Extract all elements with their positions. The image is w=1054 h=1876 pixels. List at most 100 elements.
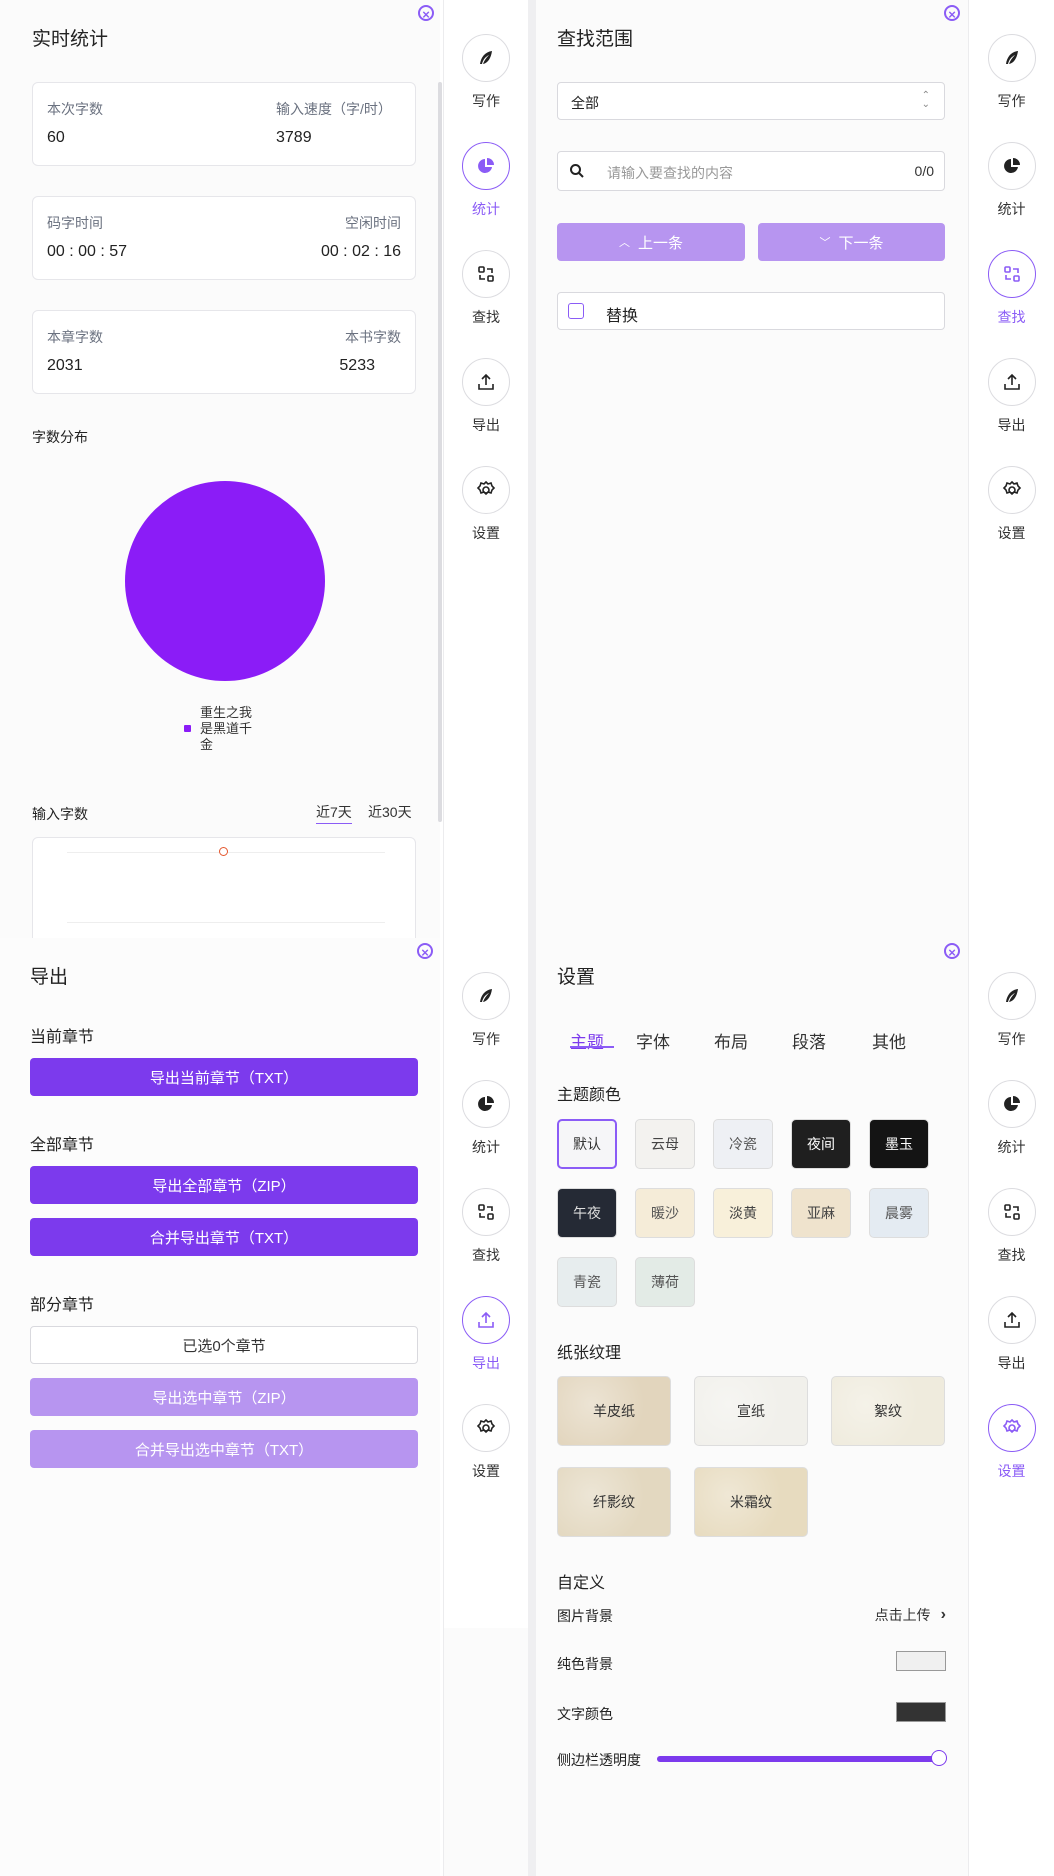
sidebar: 写作统计查找导出设置 [443, 0, 528, 938]
nav-settings[interactable]: 设置 [969, 466, 1054, 543]
idle-time-label: 空闲时间 [345, 215, 401, 231]
nav-find[interactable]: 查找 [444, 250, 528, 327]
texture-swatch[interactable]: 絮纹 [831, 1376, 945, 1446]
texture-swatch[interactable]: 宣纸 [694, 1376, 808, 1446]
image-bg-label: 图片背景 [557, 1608, 613, 1624]
nav-label: 设置 [997, 1463, 1026, 1479]
pie-chart-icon [987, 1080, 1036, 1128]
settings-tab[interactable]: 布局 [714, 1028, 748, 1053]
opacity-slider-fill [657, 1756, 939, 1762]
text-color-label: 文字颜色 [557, 1706, 613, 1722]
nav-stats[interactable]: 统计 [969, 142, 1054, 219]
nav-settings[interactable]: 设置 [444, 1404, 528, 1481]
typing-time-label: 码字时间 [47, 215, 103, 231]
theme-swatch[interactable]: 云母 [635, 1119, 695, 1169]
sidebar: 写作统计查找导出设置 [968, 0, 1054, 938]
upload-icon [462, 358, 510, 406]
close-icon[interactable]: × [944, 943, 960, 960]
merge-export-selected-button[interactable]: 合并导出选中章节（TXT） [30, 1430, 418, 1468]
nav-export[interactable]: 导出 [444, 1296, 528, 1373]
nav-stats[interactable]: 统计 [444, 142, 528, 219]
input-speed-value: 3789 [276, 129, 312, 146]
theme-swatch[interactable]: 墨玉 [869, 1119, 929, 1169]
nav-write[interactable]: 写作 [969, 34, 1054, 111]
prev-match-button[interactable]: ︿ 上一条 [557, 223, 745, 261]
nav-find[interactable]: 查找 [969, 1188, 1054, 1265]
swap-icon [462, 1188, 510, 1236]
texture-swatch[interactable]: 羊皮纸 [557, 1376, 671, 1446]
partial-chapters-title: 部分章节 [30, 1297, 95, 1314]
nav-export[interactable]: 导出 [444, 358, 528, 435]
legend-line: 是黑道千 [200, 721, 253, 736]
next-match-button[interactable]: ﹀ 下一条 [758, 223, 945, 261]
pie-chart-icon [462, 1080, 510, 1128]
settings-window: 设置 主题 字体 布局 段落 其他 主题颜色 默认 云母 冷瓷 夜间 墨玉 午夜 暖沙 淡黄 亚麻 晨雾青… [536, 938, 1054, 1876]
legend-label: 重生之我 是黑道千 金 [200, 705, 252, 753]
replace-toggle[interactable]: 替换 [557, 292, 945, 330]
nav-export[interactable]: 导出 [969, 358, 1054, 435]
opacity-slider-thumb[interactable] [931, 1750, 947, 1766]
export-selected-zip-button[interactable]: 导出选中章节（ZIP） [30, 1378, 418, 1416]
theme-swatch[interactable]: 淡黄 [713, 1188, 773, 1238]
scrollbar[interactable] [438, 82, 442, 822]
range-tab-30d[interactable]: 近30天 [368, 802, 412, 822]
texture-title: 纸张纹理 [557, 1345, 622, 1362]
texture-swatch[interactable]: 米霜纹 [694, 1467, 808, 1537]
theme-swatch[interactable]: 冷瓷 [713, 1119, 773, 1169]
merge-export-button[interactable]: 合并导出章节（TXT） [30, 1218, 418, 1256]
nav-label: 设置 [472, 525, 500, 541]
upload-image-button[interactable]: 点击上传 › [875, 1605, 946, 1625]
theme-swatch[interactable]: 午夜 [557, 1188, 617, 1238]
pie-slice[interactable] [125, 481, 325, 681]
close-icon[interactable]: × [417, 943, 433, 960]
settings-tab[interactable]: 主题 [570, 1028, 604, 1053]
custom-title: 自定义 [557, 1575, 606, 1592]
nav-stats[interactable]: 统计 [444, 1080, 528, 1157]
input-speed-label: 输入速度（字/时） [276, 101, 392, 117]
line-point [219, 847, 228, 856]
close-icon[interactable]: × [418, 5, 434, 22]
theme-swatch[interactable]: 薄荷 [635, 1257, 695, 1307]
settings-tab[interactable]: 字体 [636, 1028, 670, 1053]
theme-swatch[interactable]: 默认 [557, 1119, 617, 1169]
chapter-selector[interactable]: 已选0个章节 [30, 1326, 418, 1364]
theme-swatch[interactable]: 青瓷 [557, 1257, 617, 1307]
texture-swatch[interactable]: 纤影纹 [557, 1467, 671, 1537]
text-color-picker[interactable] [896, 1702, 946, 1722]
nav-stats[interactable]: 统计 [969, 1080, 1054, 1157]
theme-swatch[interactable]: 夜间 [791, 1119, 851, 1169]
idle-time-value: 00 : 02 : 16 [320, 243, 401, 260]
replace-checkbox[interactable] [568, 303, 584, 319]
feather-icon [462, 34, 510, 82]
find-panel: 查找范围 全部 ⌃ ⌄ 请输入要查找的内容 0/0 ︿ 上一条 ﹀ 下一条 替换 [536, 0, 968, 938]
nav-write[interactable]: 写作 [444, 34, 528, 111]
theme-swatch[interactable]: 亚麻 [791, 1188, 851, 1238]
nav-settings[interactable]: 设置 [444, 466, 528, 543]
theme-swatch[interactable]: 暖沙 [635, 1188, 695, 1238]
nav-settings[interactable]: 设置 [969, 1404, 1054, 1481]
opacity-slider-track[interactable] [657, 1750, 947, 1766]
chevron-up-icon: ︿ [618, 237, 630, 249]
range-tab-7d[interactable]: 近7天 [316, 802, 352, 824]
feather-icon [462, 972, 510, 1020]
search-field[interactable]: 请输入要查找的内容 0/0 [557, 151, 945, 191]
nav-find[interactable]: 查找 [444, 1188, 528, 1265]
solid-bg-color-picker[interactable] [896, 1651, 946, 1671]
export-panel: 导出 当前章节 导出当前章节（TXT） 全部章节 导出全部章节（ZIP） 合并导… [0, 938, 440, 1876]
nav-write[interactable]: 写作 [444, 972, 528, 1049]
export-all-zip-button[interactable]: 导出全部章节（ZIP） [30, 1166, 418, 1204]
nav-export[interactable]: 导出 [969, 1296, 1054, 1373]
theme-swatch[interactable]: 晨雾 [869, 1188, 929, 1238]
search-input[interactable]: 请输入要查找的内容 [607, 163, 733, 183]
pie-chart-icon [987, 142, 1036, 190]
export-title: 导出 [30, 967, 69, 988]
close-icon[interactable]: × [944, 5, 960, 22]
nav-find[interactable]: 查找 [969, 250, 1054, 327]
nav-write[interactable]: 写作 [969, 972, 1054, 1049]
export-current-button[interactable]: 导出当前章节（TXT） [30, 1058, 418, 1096]
scope-select[interactable]: 全部 ⌃ ⌄ [557, 82, 945, 120]
chapter-words-value: 2031 [47, 357, 83, 374]
settings-tab[interactable]: 其他 [872, 1028, 906, 1053]
input-count-title: 输入字数 [32, 806, 88, 822]
settings-tab[interactable]: 段落 [792, 1028, 826, 1053]
